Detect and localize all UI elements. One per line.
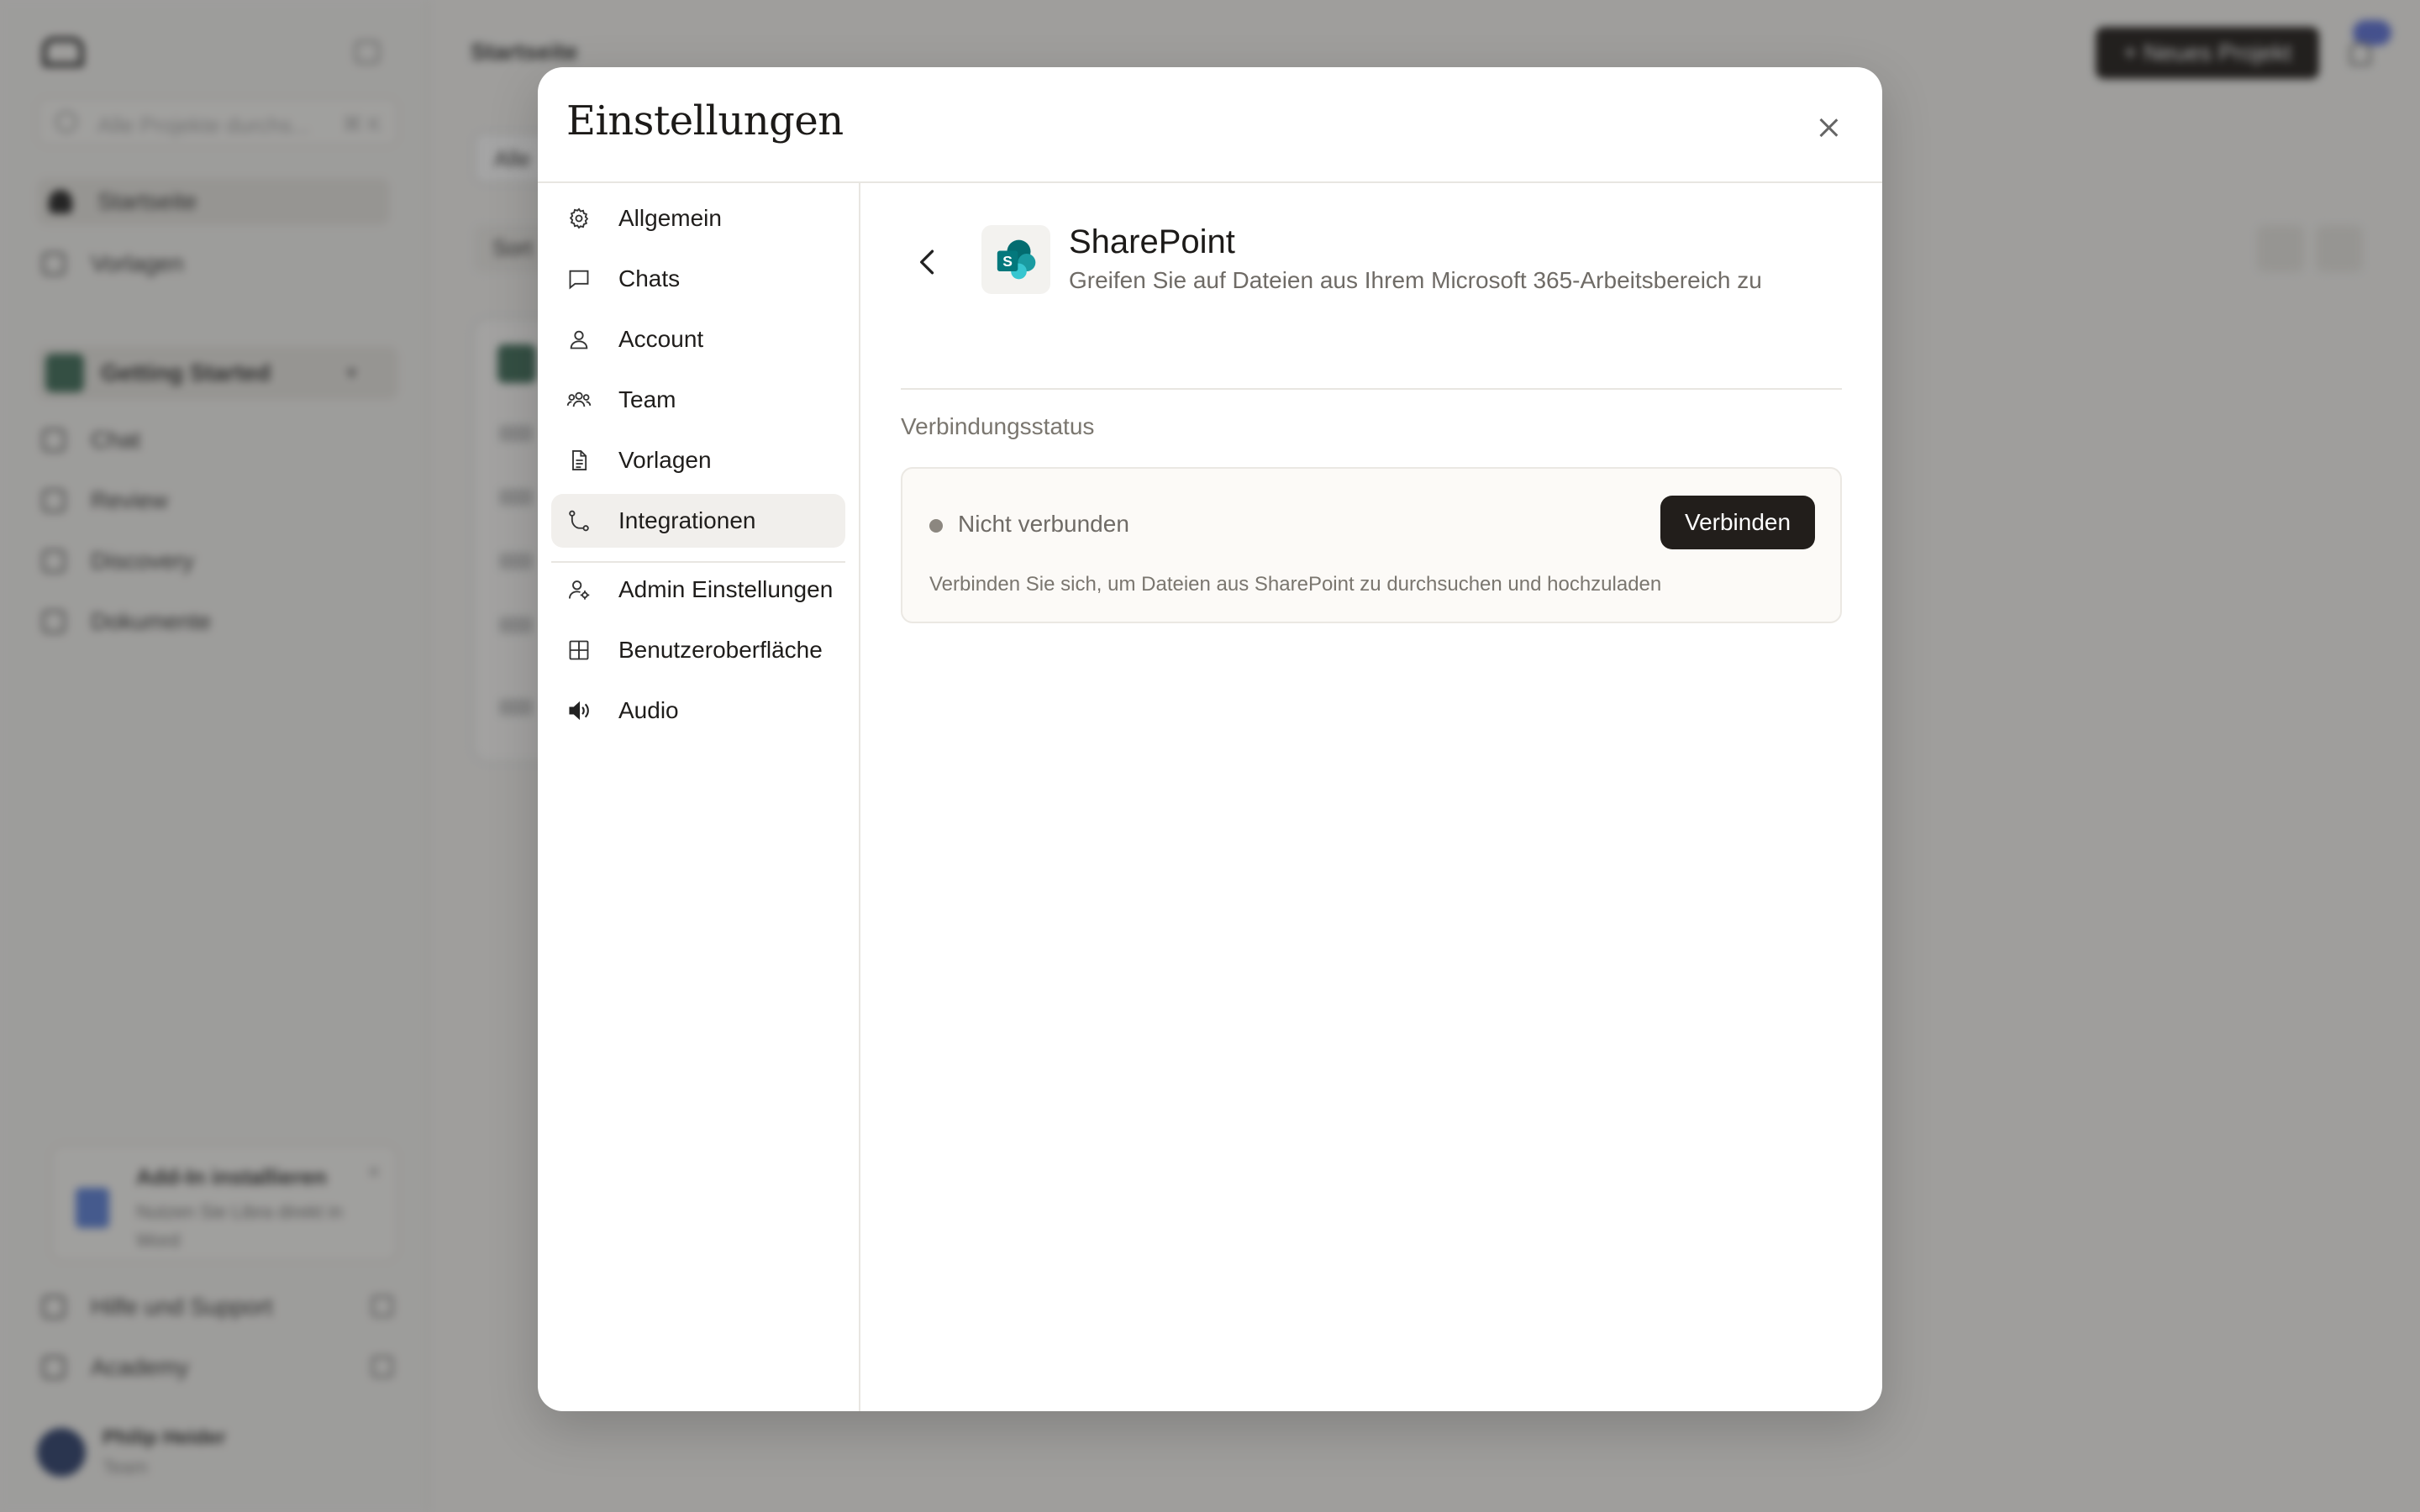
settings-nav-general[interactable]: Allgemein <box>551 192 845 245</box>
settings-nav-label: Team <box>618 386 676 412</box>
settings-nav-team[interactable]: Team <box>551 373 845 427</box>
settings-nav-label: Allgemein <box>618 205 722 231</box>
settings-nav-integrations[interactable]: Integrationen <box>551 494 845 548</box>
chat-bubble-icon <box>566 266 592 291</box>
settings-nav-chats[interactable]: Chats <box>551 252 845 306</box>
settings-nav-label: Chats <box>618 265 681 291</box>
status-indicator <box>929 519 943 533</box>
back-chevron-icon[interactable] <box>909 244 946 281</box>
settings-nav-templates[interactable]: Vorlagen <box>551 433 845 487</box>
admin-user-icon <box>566 577 592 602</box>
settings-modal: Einstellungen Allgemein Chats Account Te… <box>538 67 1882 1411</box>
grid-icon <box>566 638 592 663</box>
gear-icon <box>566 206 592 231</box>
connect-button[interactable]: Verbinden <box>1660 496 1815 549</box>
content-divider <box>901 388 1842 390</box>
sharepoint-logo-icon: S <box>981 225 1050 294</box>
integration-title: SharePoint <box>1069 223 1235 260</box>
integration-description: Greifen Sie auf Dateien aus Ihrem Micros… <box>1069 267 1762 293</box>
status-text: Nicht verbunden <box>958 511 1129 537</box>
settings-nav-label: Account <box>618 326 704 352</box>
settings-nav-account[interactable]: Account <box>551 312 845 366</box>
settings-nav: Allgemein Chats Account Team Vorlagen In… <box>538 183 860 1411</box>
settings-nav-audio[interactable]: Audio <box>551 684 845 738</box>
settings-nav-label: Admin Einstellungen <box>618 576 834 602</box>
settings-nav-label: Audio <box>618 697 679 723</box>
document-icon <box>566 448 592 473</box>
connection-status-card: Nicht verbunden Verbinden Verbinden Sie … <box>901 467 1842 623</box>
settings-nav-admin[interactable]: Admin Einstellungen <box>551 563 845 617</box>
integration-icon <box>566 508 592 533</box>
connection-hint: Verbinden Sie sich, um Dateien aus Share… <box>929 573 1662 596</box>
close-icon[interactable] <box>1812 111 1845 144</box>
speaker-icon <box>566 698 592 723</box>
sharepoint-logo-letter: S <box>1002 253 1013 270</box>
integration-detail: S SharePoint Greifen Sie auf Dateien aus… <box>860 183 1882 1411</box>
modal-header: Einstellungen <box>538 67 1882 183</box>
user-icon <box>566 327 592 352</box>
team-icon <box>566 387 592 412</box>
settings-nav-label: Benutzeroberfläche <box>618 637 823 663</box>
settings-nav-label: Integrationen <box>618 507 756 533</box>
connection-status-label: Verbindungsstatus <box>901 413 1095 439</box>
modal-title: Einstellungen <box>566 97 844 144</box>
settings-nav-label: Vorlagen <box>618 447 712 473</box>
settings-nav-interface[interactable]: Benutzeroberfläche <box>551 623 845 677</box>
